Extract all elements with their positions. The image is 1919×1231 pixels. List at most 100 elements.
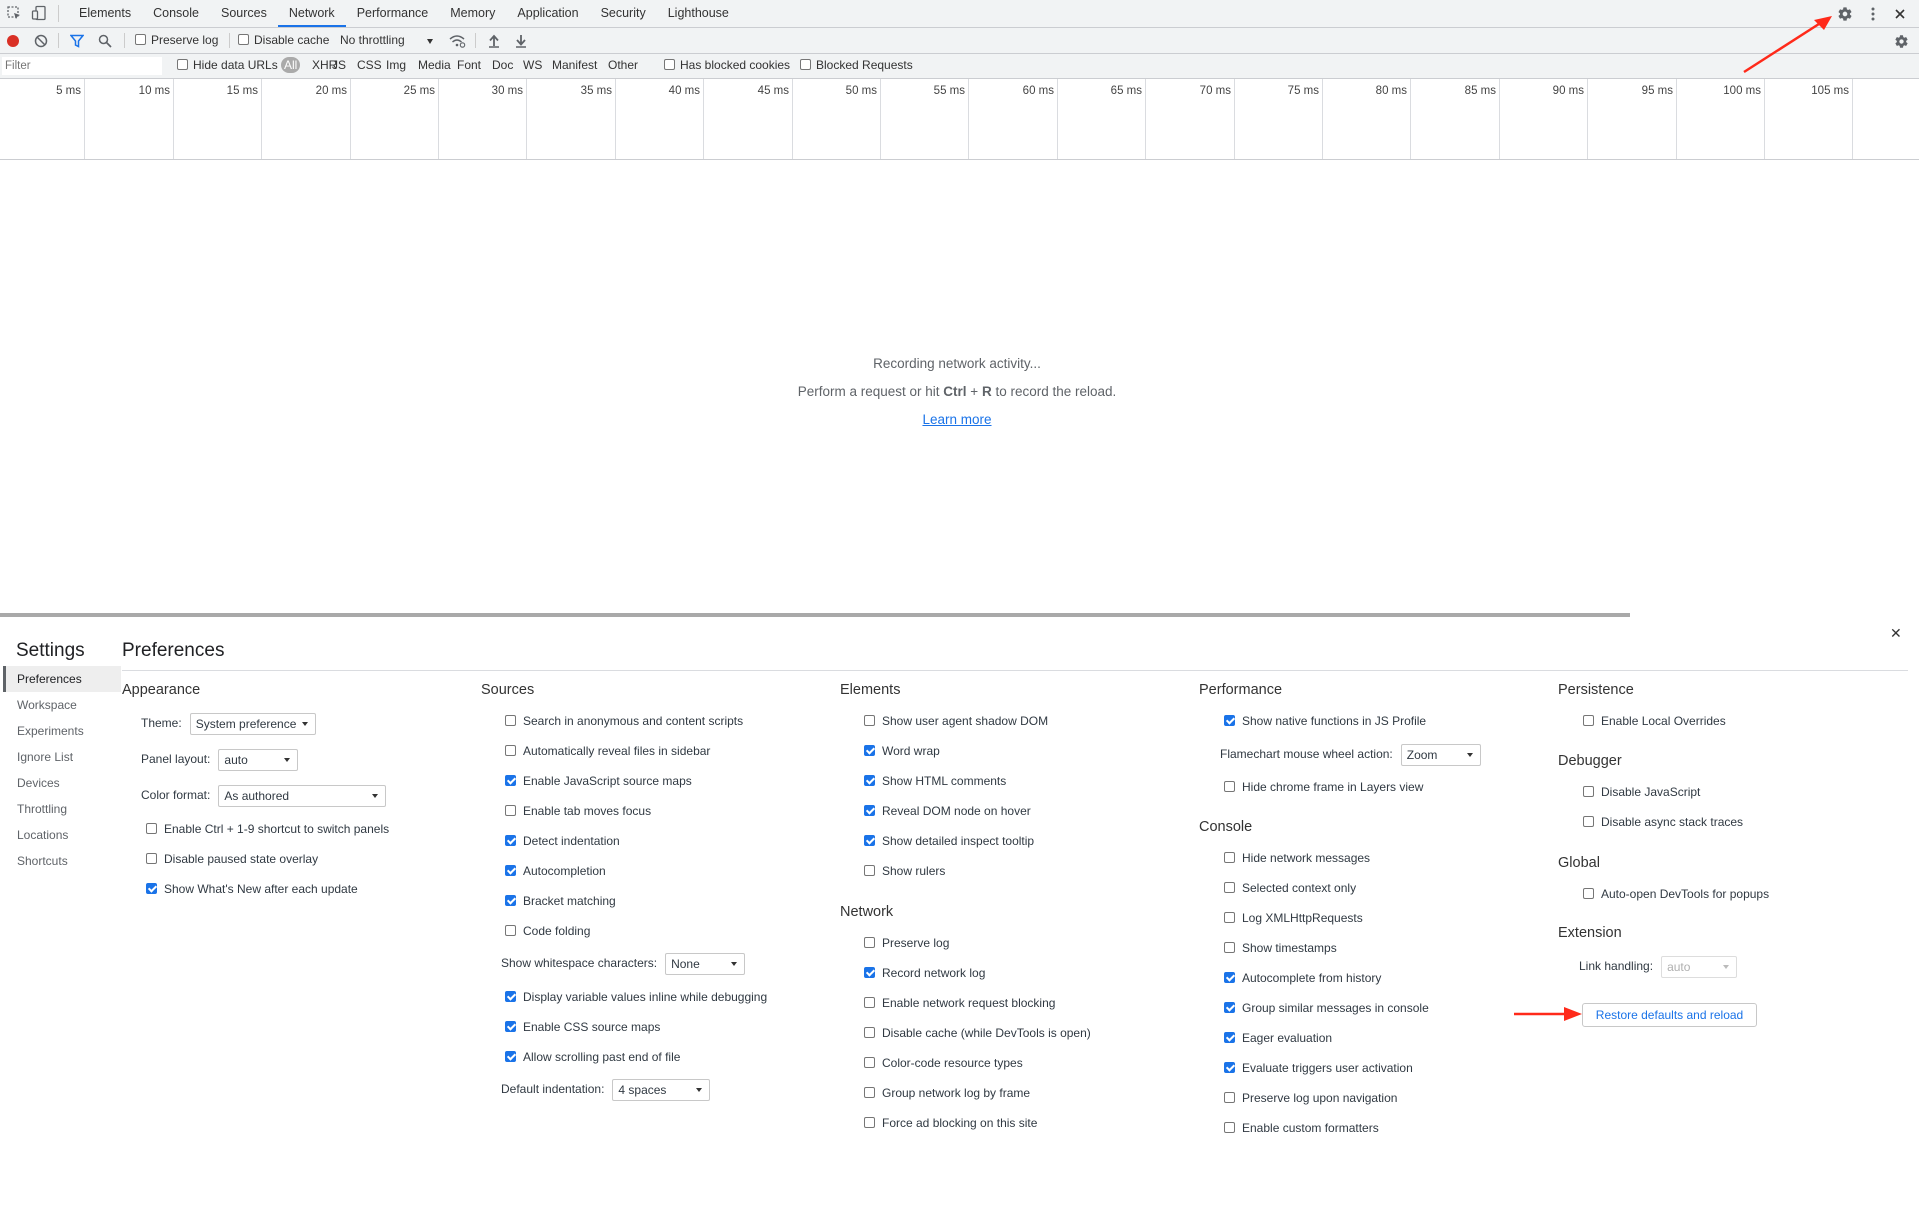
option-show-what-s-new-after-each-update[interactable]: Show What's New after each update bbox=[146, 882, 358, 896]
option-enable-javascript-source-maps[interactable]: Enable JavaScript source maps bbox=[505, 774, 692, 788]
drawer-resizer[interactable] bbox=[0, 613, 1630, 617]
option-show-rulers[interactable]: Show rulers bbox=[864, 864, 945, 878]
settings-nav-throttling[interactable]: Throttling bbox=[3, 796, 121, 822]
option-color-code-resource-types[interactable]: Color-code resource types bbox=[864, 1056, 1023, 1070]
option-show-user-agent-shadow-dom[interactable]: Show user agent shadow DOM bbox=[864, 714, 1048, 728]
type-filter-js[interactable]: JS bbox=[329, 57, 349, 73]
clear-icon[interactable] bbox=[33, 33, 49, 49]
option-force-ad-blocking-on-this-site[interactable]: Force ad blocking on this site bbox=[864, 1116, 1037, 1130]
option-record-network-log[interactable]: Record network log bbox=[864, 966, 985, 980]
checkbox[interactable] bbox=[864, 937, 875, 949]
checkbox[interactable] bbox=[1583, 715, 1594, 727]
record-icon[interactable] bbox=[5, 33, 21, 49]
close-icon[interactable] bbox=[1888, 0, 1912, 27]
option-group-similar-messages-in-console[interactable]: Group similar messages in console bbox=[1224, 1001, 1429, 1015]
blocked-requests-check[interactable] bbox=[800, 59, 811, 71]
option-hide-chrome-frame-in-layers-view[interactable]: Hide chrome frame in Layers view bbox=[1224, 780, 1423, 794]
option-log-xmlhttprequests[interactable]: Log XMLHttpRequests bbox=[1224, 911, 1363, 925]
indentation-select-dropdown[interactable]: 4 spaces bbox=[612, 1079, 711, 1101]
option-group-network-log-by-frame[interactable]: Group network log by frame bbox=[864, 1086, 1030, 1100]
tab-memory[interactable]: Memory bbox=[439, 0, 506, 27]
option-automatically-reveal-files-in-sidebar[interactable]: Automatically reveal files in sidebar bbox=[505, 744, 710, 758]
settings-nav-experiments[interactable]: Experiments bbox=[3, 718, 121, 744]
checkbox[interactable] bbox=[505, 745, 516, 757]
tab-network[interactable]: Network bbox=[277, 0, 346, 27]
checkbox[interactable] bbox=[864, 865, 875, 877]
checkbox[interactable] bbox=[864, 1087, 875, 1099]
option-allow-scrolling-past-end-of-file[interactable]: Allow scrolling past end of file bbox=[505, 1050, 680, 1064]
panel-layout-select-dropdown[interactable]: auto bbox=[218, 749, 299, 771]
checkbox[interactable] bbox=[505, 991, 516, 1003]
option-eager-evaluation[interactable]: Eager evaluation bbox=[1224, 1031, 1332, 1045]
checkbox[interactable] bbox=[864, 1057, 875, 1069]
tab-lighthouse[interactable]: Lighthouse bbox=[657, 0, 740, 27]
checkbox[interactable] bbox=[1224, 912, 1235, 924]
tab-security[interactable]: Security bbox=[590, 0, 657, 27]
hide-data-urls-check[interactable] bbox=[177, 59, 188, 71]
disable-cache-checkbox[interactable]: Disable cache bbox=[238, 33, 329, 47]
checkbox[interactable] bbox=[864, 997, 875, 1009]
checkbox[interactable] bbox=[1583, 786, 1594, 798]
type-filter-img[interactable]: Img bbox=[383, 57, 409, 73]
network-conditions-icon[interactable] bbox=[448, 33, 466, 49]
option-detect-indentation[interactable]: Detect indentation bbox=[505, 834, 620, 848]
close-icon[interactable]: ✕ bbox=[1890, 625, 1902, 642]
flamechart-select-dropdown[interactable]: Zoom bbox=[1400, 744, 1481, 766]
filter-input[interactable] bbox=[2, 57, 162, 75]
option-code-folding[interactable]: Code folding bbox=[505, 924, 590, 938]
export-har-icon[interactable] bbox=[513, 33, 529, 49]
checkbox[interactable] bbox=[864, 715, 875, 727]
tab-application[interactable]: Application bbox=[506, 0, 589, 27]
device-toggle-icon[interactable] bbox=[31, 5, 47, 21]
learn-more-link[interactable]: Learn more bbox=[922, 412, 991, 427]
theme-select-dropdown[interactable]: System preference bbox=[189, 713, 316, 735]
checkbox[interactable] bbox=[505, 835, 516, 847]
tab-sources[interactable]: Sources bbox=[210, 0, 278, 27]
preserve-log-checkbox[interactable]: Preserve log bbox=[135, 33, 218, 47]
restore-defaults-button[interactable]: Restore defaults and reload bbox=[1582, 1003, 1757, 1027]
inspect-icon[interactable] bbox=[6, 5, 22, 21]
color-format-select-dropdown[interactable]: As authored bbox=[218, 785, 387, 807]
checkbox[interactable] bbox=[505, 1051, 516, 1063]
has-blocked-cookies-check[interactable] bbox=[664, 59, 675, 71]
disable-cache-check[interactable] bbox=[238, 34, 249, 46]
option-disable-cache-while-devtools-is-open[interactable]: Disable cache (while DevTools is open) bbox=[864, 1026, 1091, 1040]
settings-nav-devices[interactable]: Devices bbox=[3, 770, 121, 796]
settings-nav-preferences[interactable]: Preferences bbox=[3, 666, 121, 692]
settings-nav-locations[interactable]: Locations bbox=[3, 822, 121, 848]
option-autocomplete-from-history[interactable]: Autocomplete from history bbox=[1224, 971, 1381, 985]
checkbox[interactable] bbox=[1224, 1032, 1235, 1044]
filter-icon[interactable] bbox=[69, 33, 85, 49]
checkbox[interactable] bbox=[1224, 882, 1235, 894]
checkbox[interactable] bbox=[1583, 816, 1594, 828]
more-vert-icon[interactable] bbox=[1861, 0, 1885, 27]
checkbox[interactable] bbox=[1224, 781, 1235, 793]
option-enable-css-source-maps[interactable]: Enable CSS source maps bbox=[505, 1020, 660, 1034]
search-icon[interactable] bbox=[97, 33, 113, 49]
checkbox[interactable] bbox=[1224, 1092, 1235, 1104]
checkbox[interactable] bbox=[505, 865, 516, 877]
whitespace-select-dropdown[interactable]: None bbox=[665, 953, 746, 975]
option-search-in-anonymous-and-content-scripts[interactable]: Search in anonymous and content scripts bbox=[505, 714, 743, 728]
checkbox[interactable] bbox=[505, 775, 516, 787]
type-filter-ws[interactable]: WS bbox=[520, 57, 545, 73]
network-settings-icon[interactable] bbox=[1893, 33, 1909, 49]
option-enable-custom-formatters[interactable]: Enable custom formatters bbox=[1224, 1121, 1379, 1135]
option-show-html-comments[interactable]: Show HTML comments bbox=[864, 774, 1006, 788]
settings-nav-workspace[interactable]: Workspace bbox=[3, 692, 121, 718]
option-disable-async-stack-traces[interactable]: Disable async stack traces bbox=[1583, 815, 1743, 829]
checkbox[interactable] bbox=[146, 823, 157, 835]
checkbox[interactable] bbox=[864, 1027, 875, 1039]
option-auto-open-devtools-for-popups[interactable]: Auto-open DevTools for popups bbox=[1583, 887, 1769, 901]
checkbox[interactable] bbox=[864, 775, 875, 787]
tab-performance[interactable]: Performance bbox=[346, 0, 440, 27]
checkbox[interactable] bbox=[146, 883, 157, 895]
tab-console[interactable]: Console bbox=[142, 0, 210, 27]
option-enable-tab-moves-focus[interactable]: Enable tab moves focus bbox=[505, 804, 651, 818]
checkbox[interactable] bbox=[146, 853, 157, 865]
link-handling-select-dropdown[interactable]: auto bbox=[1661, 956, 1738, 978]
checkbox[interactable] bbox=[1224, 852, 1235, 864]
checkbox[interactable] bbox=[864, 805, 875, 817]
type-filter-font[interactable]: Font bbox=[454, 57, 484, 73]
option-hide-network-messages[interactable]: Hide network messages bbox=[1224, 851, 1370, 865]
